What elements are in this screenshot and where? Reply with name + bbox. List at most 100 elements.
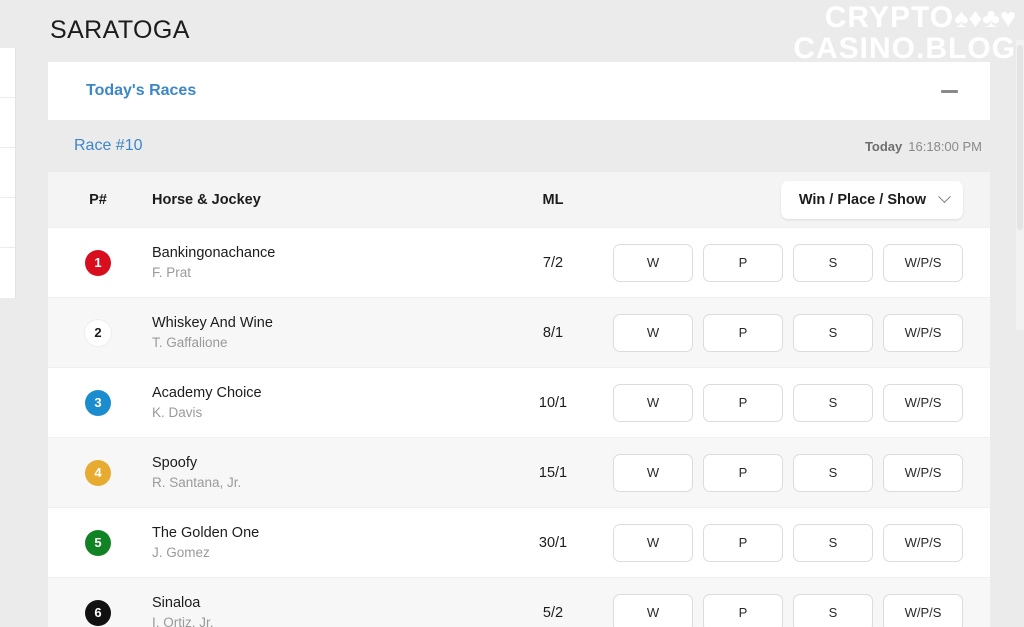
race-entries-table: P# Horse & Jockey ML Win / Place / Show … (48, 172, 990, 627)
bet-button-w[interactable]: W (613, 593, 693, 627)
bet-button-p[interactable]: P (703, 593, 783, 627)
cell-ml: 10/1 (498, 394, 608, 412)
horse-name: Academy Choice (152, 385, 262, 401)
bet-type-select[interactable]: Win / Place / Show (780, 180, 963, 219)
cell-bet-buttons: W P S W/P/S (608, 243, 990, 282)
todays-races-accordion-header[interactable]: Today's Races (48, 62, 990, 120)
cell-bet-buttons: W P S W/P/S (608, 453, 990, 492)
bet-button-w-p-s[interactable]: W/P/S (883, 383, 963, 422)
position-badge: 1 (85, 249, 111, 276)
cell-position: 3 (48, 389, 148, 416)
jockey-name: T. Gaffalione (152, 335, 228, 350)
left-panel-item[interactable] (0, 48, 15, 98)
bet-button-p[interactable]: P (703, 453, 783, 492)
cell-ml: 7/2 (498, 254, 608, 272)
morning-line-odds: 10/1 (538, 394, 568, 411)
bet-button-w[interactable]: W (613, 453, 693, 492)
morning-line-odds: 5/2 (542, 604, 564, 621)
position-badge: 6 (85, 599, 111, 626)
watermark-line-2: CASINO.BLOG (793, 32, 1016, 66)
bet-button-p[interactable]: P (703, 523, 783, 562)
race-post-time: Today 16:18:00 PM (865, 139, 982, 154)
bet-button-w[interactable]: W (613, 383, 693, 422)
bet-button-p[interactable]: P (703, 313, 783, 352)
cell-bet-buttons: W P S W/P/S (608, 523, 990, 562)
card-suits-icon: ♠♦♣♥ (954, 3, 1016, 33)
bet-button-s[interactable]: S (793, 313, 873, 352)
cell-horse-jockey: Sinaloa I. Ortiz, Jr. (148, 595, 498, 627)
position-badge: 2 (85, 319, 111, 346)
minus-icon[interactable] (941, 89, 958, 93)
cell-ml: 30/1 (498, 534, 608, 552)
horse-name: Sinaloa (152, 595, 201, 611)
left-side-panel-partial[interactable] (0, 48, 16, 298)
table-row: 6 Sinaloa I. Ortiz, Jr. 5/2 W P S W/P/S (48, 577, 990, 627)
jockey-name: I. Ortiz, Jr. (152, 615, 214, 627)
bet-button-w[interactable]: W (613, 523, 693, 562)
table-row: 4 Spoofy R. Santana, Jr. 15/1 W P S W/P/S (48, 437, 990, 507)
morning-line-odds: 30/1 (538, 534, 568, 551)
table-body: 1 Bankingonachance F. Prat 7/2 W P S W/P/S 2 Whis… (48, 227, 990, 627)
position-badge: 4 (85, 459, 111, 486)
cell-position: 4 (48, 459, 148, 486)
bet-button-s[interactable]: S (793, 593, 873, 627)
bet-button-s[interactable]: S (793, 453, 873, 492)
race-time-label: 16:18:00 PM (908, 138, 982, 154)
left-panel-item[interactable] (0, 148, 15, 198)
column-header-position: P# (89, 191, 107, 208)
cell-bet-buttons: W P S W/P/S (608, 383, 990, 422)
bet-button-s[interactable]: S (793, 523, 873, 562)
cell-ml: 8/1 (498, 324, 608, 342)
left-panel-item[interactable] (0, 198, 15, 248)
watermark-line-1: CRYPTO (824, 1, 955, 34)
jockey-name: R. Santana, Jr. (152, 475, 242, 490)
bet-button-s[interactable]: S (793, 243, 873, 282)
left-panel-item[interactable] (0, 98, 15, 148)
todays-races-label[interactable]: Today's Races (86, 82, 196, 100)
race-summary-bar: Race #10 Today 16:18:00 PM (48, 120, 990, 172)
cell-ml: 15/1 (498, 464, 608, 482)
bet-button-w[interactable]: W (613, 243, 693, 282)
chevron-down-icon[interactable] (938, 190, 951, 204)
bet-button-w-p-s[interactable]: W/P/S (883, 593, 963, 627)
jockey-name: F. Prat (152, 265, 192, 280)
cell-ml: 5/2 (498, 604, 608, 622)
bet-button-w-p-s[interactable]: W/P/S (883, 313, 963, 352)
cell-bet-buttons: W P S W/P/S (608, 593, 990, 627)
vertical-scrollbar-thumb[interactable] (1017, 45, 1023, 230)
position-badge: 3 (85, 389, 111, 416)
page-title: SARATOGA (50, 16, 190, 44)
bet-button-w-p-s[interactable]: W/P/S (883, 243, 963, 282)
cell-position: 1 (48, 249, 148, 276)
bet-button-w-p-s[interactable]: W/P/S (883, 523, 963, 562)
horse-name: The Golden One (152, 525, 260, 541)
cell-horse-jockey: Spoofy R. Santana, Jr. (148, 455, 498, 490)
column-header-horse-jockey: Horse & Jockey (152, 191, 261, 208)
bet-button-w[interactable]: W (613, 313, 693, 352)
cell-horse-jockey: Whiskey And Wine T. Gaffalione (148, 315, 498, 350)
site-watermark: CRYPTO♠♦♣♥ CASINO.BLOG (793, 2, 1016, 64)
race-number-link[interactable]: Race #10 (74, 137, 143, 155)
table-row: 2 Whiskey And Wine T. Gaffalione 8/1 W P S W/P/… (48, 297, 990, 367)
race-day-label: Today (864, 138, 903, 154)
bet-button-p[interactable]: P (703, 243, 783, 282)
race-board-page: CRYPTO♠♦♣♥ CASINO.BLOG SARATOGA Today's … (0, 0, 1024, 627)
bet-button-s[interactable]: S (793, 383, 873, 422)
table-header-row: P# Horse & Jockey ML Win / Place / Show (48, 172, 990, 227)
morning-line-odds: 15/1 (538, 464, 568, 481)
bet-button-w-p-s[interactable]: W/P/S (883, 453, 963, 492)
left-panel-item[interactable] (0, 248, 15, 298)
jockey-name: K. Davis (152, 405, 203, 420)
cell-position: 6 (48, 599, 148, 626)
cell-horse-jockey: Academy Choice K. Davis (148, 385, 498, 420)
cell-horse-jockey: The Golden One J. Gomez (148, 525, 498, 560)
bet-button-p[interactable]: P (703, 383, 783, 422)
jockey-name: J. Gomez (152, 545, 210, 560)
table-row: 5 The Golden One J. Gomez 30/1 W P S W/P/S (48, 507, 990, 577)
cell-horse-jockey: Bankingonachance F. Prat (148, 245, 498, 280)
bet-type-selected-value: Win / Place / Show (798, 191, 926, 208)
cell-position: 2 (48, 319, 148, 346)
table-row: 1 Bankingonachance F. Prat 7/2 W P S W/P/S (48, 227, 990, 297)
table-row: 3 Academy Choice K. Davis 10/1 W P S W/P/S (48, 367, 990, 437)
morning-line-odds: 8/1 (542, 324, 564, 341)
